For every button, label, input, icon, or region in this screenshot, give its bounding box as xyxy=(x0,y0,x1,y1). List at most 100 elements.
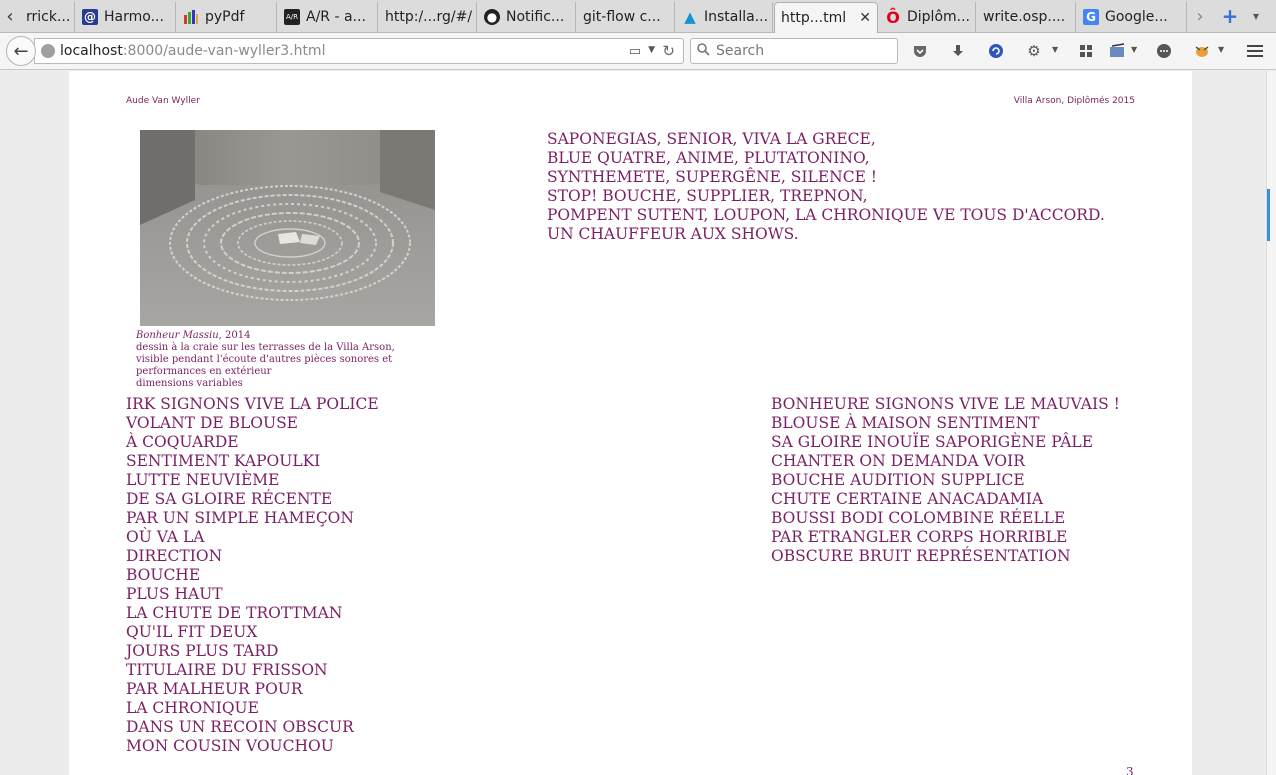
verse-line: DIRECTION xyxy=(126,547,223,565)
verse-line: BLOUSE À MAISON SENTIMENT xyxy=(771,414,1040,432)
verse-line: BLUE QUATRE, ANIME, PLUTATONINO, xyxy=(547,149,870,167)
tab-0[interactable]: rrick... xyxy=(20,2,75,32)
google-icon: G xyxy=(1083,9,1099,25)
caption-line: performances en extérieur xyxy=(136,366,272,377)
url-path: :8000/aude-van-wyller3.html xyxy=(122,43,326,59)
verse-line: DANS UN RECOIN OBSCUR xyxy=(126,718,354,736)
caption-line: visible pendant l'écoute d'autres pièces… xyxy=(136,354,393,365)
scrollbar-thumb[interactable] xyxy=(1267,189,1270,241)
search-icon xyxy=(697,42,710,60)
reader-view-icon[interactable]: ▭ xyxy=(629,44,641,59)
pocket-icon[interactable] xyxy=(909,40,931,62)
tab-label: Harmo... xyxy=(104,9,164,25)
verse-line: PAR MALHEUR POUR xyxy=(126,680,303,698)
tab-label: rrick... xyxy=(26,9,71,25)
verse-line: POMPENT SUTENT, LOUPON, LA CHRONIQUE VE … xyxy=(547,206,1105,224)
tab-label: git-flow c... xyxy=(583,9,661,25)
tab-11[interactable]: G Google... xyxy=(1077,2,1187,32)
left-verse: IRK SIGNONS VIVE LA POLICE VOLANT DE BLO… xyxy=(126,395,379,756)
tab-label: http...tml xyxy=(781,10,847,26)
ar-icon: A/R xyxy=(284,9,300,25)
tab-7[interactable]: ▲ Installa... xyxy=(676,2,773,32)
tab-label: pyPdf xyxy=(205,9,245,25)
caption-line: dessin à la craie sur les terrasses de l… xyxy=(136,342,395,353)
tab-label: Installa... xyxy=(704,9,769,25)
tab-label: Google... xyxy=(1105,9,1168,25)
exhibition-header: Villa Arson, Diplômés 2015 xyxy=(1013,96,1135,106)
tab-label: Notific... xyxy=(506,9,565,25)
search-bar[interactable] xyxy=(690,38,898,64)
caption-line: dimensions variables xyxy=(136,378,243,389)
download-icon[interactable] xyxy=(947,40,969,62)
url-history-chevron-icon[interactable]: ▼ xyxy=(648,45,655,55)
verse-line: UN CHAUFFEUR AUX SHOWS. xyxy=(547,225,799,243)
tab-list-chevron-icon[interactable]: ▾ xyxy=(1246,4,1266,28)
top-verse: SAPONEGIAS, SENIOR, VIVA LA GRECE, BLUE … xyxy=(547,130,1105,244)
verse-line: TITULAIRE DU FRISSON xyxy=(126,661,328,679)
tab-5[interactable]: ● Notific... xyxy=(478,2,576,32)
tab-strip: ‹ rrick... @ Harmo... pyPdf A/R A/R - a.… xyxy=(0,0,1276,33)
tab-active[interactable]: http...tml ✕ xyxy=(774,2,878,33)
hamburger-menu-icon[interactable] xyxy=(1244,40,1266,62)
verse-line: CHUTE CERTAINE ANACADAMIA xyxy=(771,490,1044,508)
caption-title-line: Bonheur Massiu, 2014 xyxy=(136,330,436,342)
close-tab-icon[interactable]: ✕ xyxy=(859,10,871,26)
verse-line: PAR UN SIMPLE HAMEÇON xyxy=(126,509,354,527)
new-tab-icon[interactable]: + xyxy=(1220,4,1240,28)
url-text[interactable]: localhost:8000/aude-van-wyller3.html xyxy=(60,43,325,59)
verse-line: CHANTER ON DEMANDA VOIR xyxy=(771,452,1025,470)
verse-line: OÙ VA LA xyxy=(126,528,205,546)
right-verse: BONHEURE SIGNONS VIVE LE MAUVAIS ! BLOUS… xyxy=(771,395,1120,566)
tab-4[interactable]: http:/...rg/#/ xyxy=(379,2,477,32)
tab-1[interactable]: @ Harmo... xyxy=(76,2,176,32)
verse-line: BOUCHE xyxy=(126,566,201,584)
verse-line: À COQUARDE xyxy=(126,433,239,451)
page-number: 3 xyxy=(1126,765,1134,775)
url-host: localhost xyxy=(60,43,123,59)
reload-icon[interactable]: ↻ xyxy=(662,42,675,60)
bug-dropdown-icon[interactable]: ▼ xyxy=(1218,45,1224,54)
chat-icon[interactable] xyxy=(1153,40,1175,62)
document-page: Aude Van Wyller Villa Arson, Diplômés 20… xyxy=(69,71,1192,775)
verse-line: SYNTHEMETE, SUPERGÊNE, SILENCE ! xyxy=(547,168,878,186)
opera-icon: Ô xyxy=(886,7,900,27)
back-arrow-icon: ← xyxy=(13,40,29,62)
verse-line: BOUCHE AUDITION SUPPLICE xyxy=(771,471,1025,489)
verse-line: LA CHRONIQUE xyxy=(126,699,259,717)
bug-extension-icon[interactable] xyxy=(1191,40,1213,62)
screenshot-dropdown-icon[interactable]: ▼ xyxy=(1131,45,1137,54)
vertical-scrollbar[interactable] xyxy=(1266,71,1276,775)
tab-3[interactable]: A/R A/R - a... xyxy=(278,2,378,32)
verse-line: SAPONEGIAS, SENIOR, VIVA LA GRECE, xyxy=(547,130,876,148)
grid-icon[interactable] xyxy=(1075,40,1097,62)
verse-line: JOURS PLUS TARD xyxy=(126,642,279,660)
verse-line: SENTIMENT KAPOULKI xyxy=(126,452,321,470)
tab-10[interactable]: write.osp.... xyxy=(977,2,1076,32)
site-info-icon[interactable] xyxy=(41,44,55,58)
search-input[interactable] xyxy=(716,43,886,59)
arch-icon: ▲ xyxy=(684,8,696,26)
page-viewport: Aude Van Wyller Villa Arson, Diplômés 20… xyxy=(0,71,1266,775)
tab-6[interactable]: git-flow c... xyxy=(577,2,675,32)
verse-line: PLUS HAUT xyxy=(126,585,223,603)
verse-line: BOUSSI BODI COLOMBINE RÉELLE xyxy=(771,509,1066,527)
tab-label: Diplôm... xyxy=(907,9,970,25)
tab-scroll-left-icon[interactable]: ‹ xyxy=(0,0,20,32)
verse-line: BONHEURE SIGNONS VIVE LE MAUVAIS ! xyxy=(771,395,1120,413)
tab-scroll-right-icon[interactable]: › xyxy=(1190,0,1210,32)
extension-gear-icon[interactable]: ⚙ xyxy=(1023,40,1045,62)
verse-line: STOP! BOUCHE, SUPPLIER, TREPNON, xyxy=(547,187,868,205)
tab-label: write.osp.... xyxy=(983,9,1066,25)
navigation-bar: localhost:8000/aude-van-wyller3.html ▭ ▼… xyxy=(0,33,1276,70)
extension-swirl-icon[interactable] xyxy=(985,40,1007,62)
tab-9[interactable]: Ô Diplôm... xyxy=(879,2,976,32)
extension-dropdown-icon[interactable]: ▼ xyxy=(1052,45,1058,54)
back-button[interactable]: ← xyxy=(6,36,36,66)
chalk-drawing-photo xyxy=(140,130,435,326)
screenshot-icon[interactable] xyxy=(1107,40,1129,62)
artwork-year: , 2014 xyxy=(218,330,251,341)
tab-2[interactable]: pyPdf xyxy=(177,2,277,32)
github-icon: ● xyxy=(484,9,500,25)
verse-line: LUTTE NEUVIÈME xyxy=(126,471,280,489)
url-bar[interactable]: localhost:8000/aude-van-wyller3.html ▭ ▼… xyxy=(34,38,684,64)
